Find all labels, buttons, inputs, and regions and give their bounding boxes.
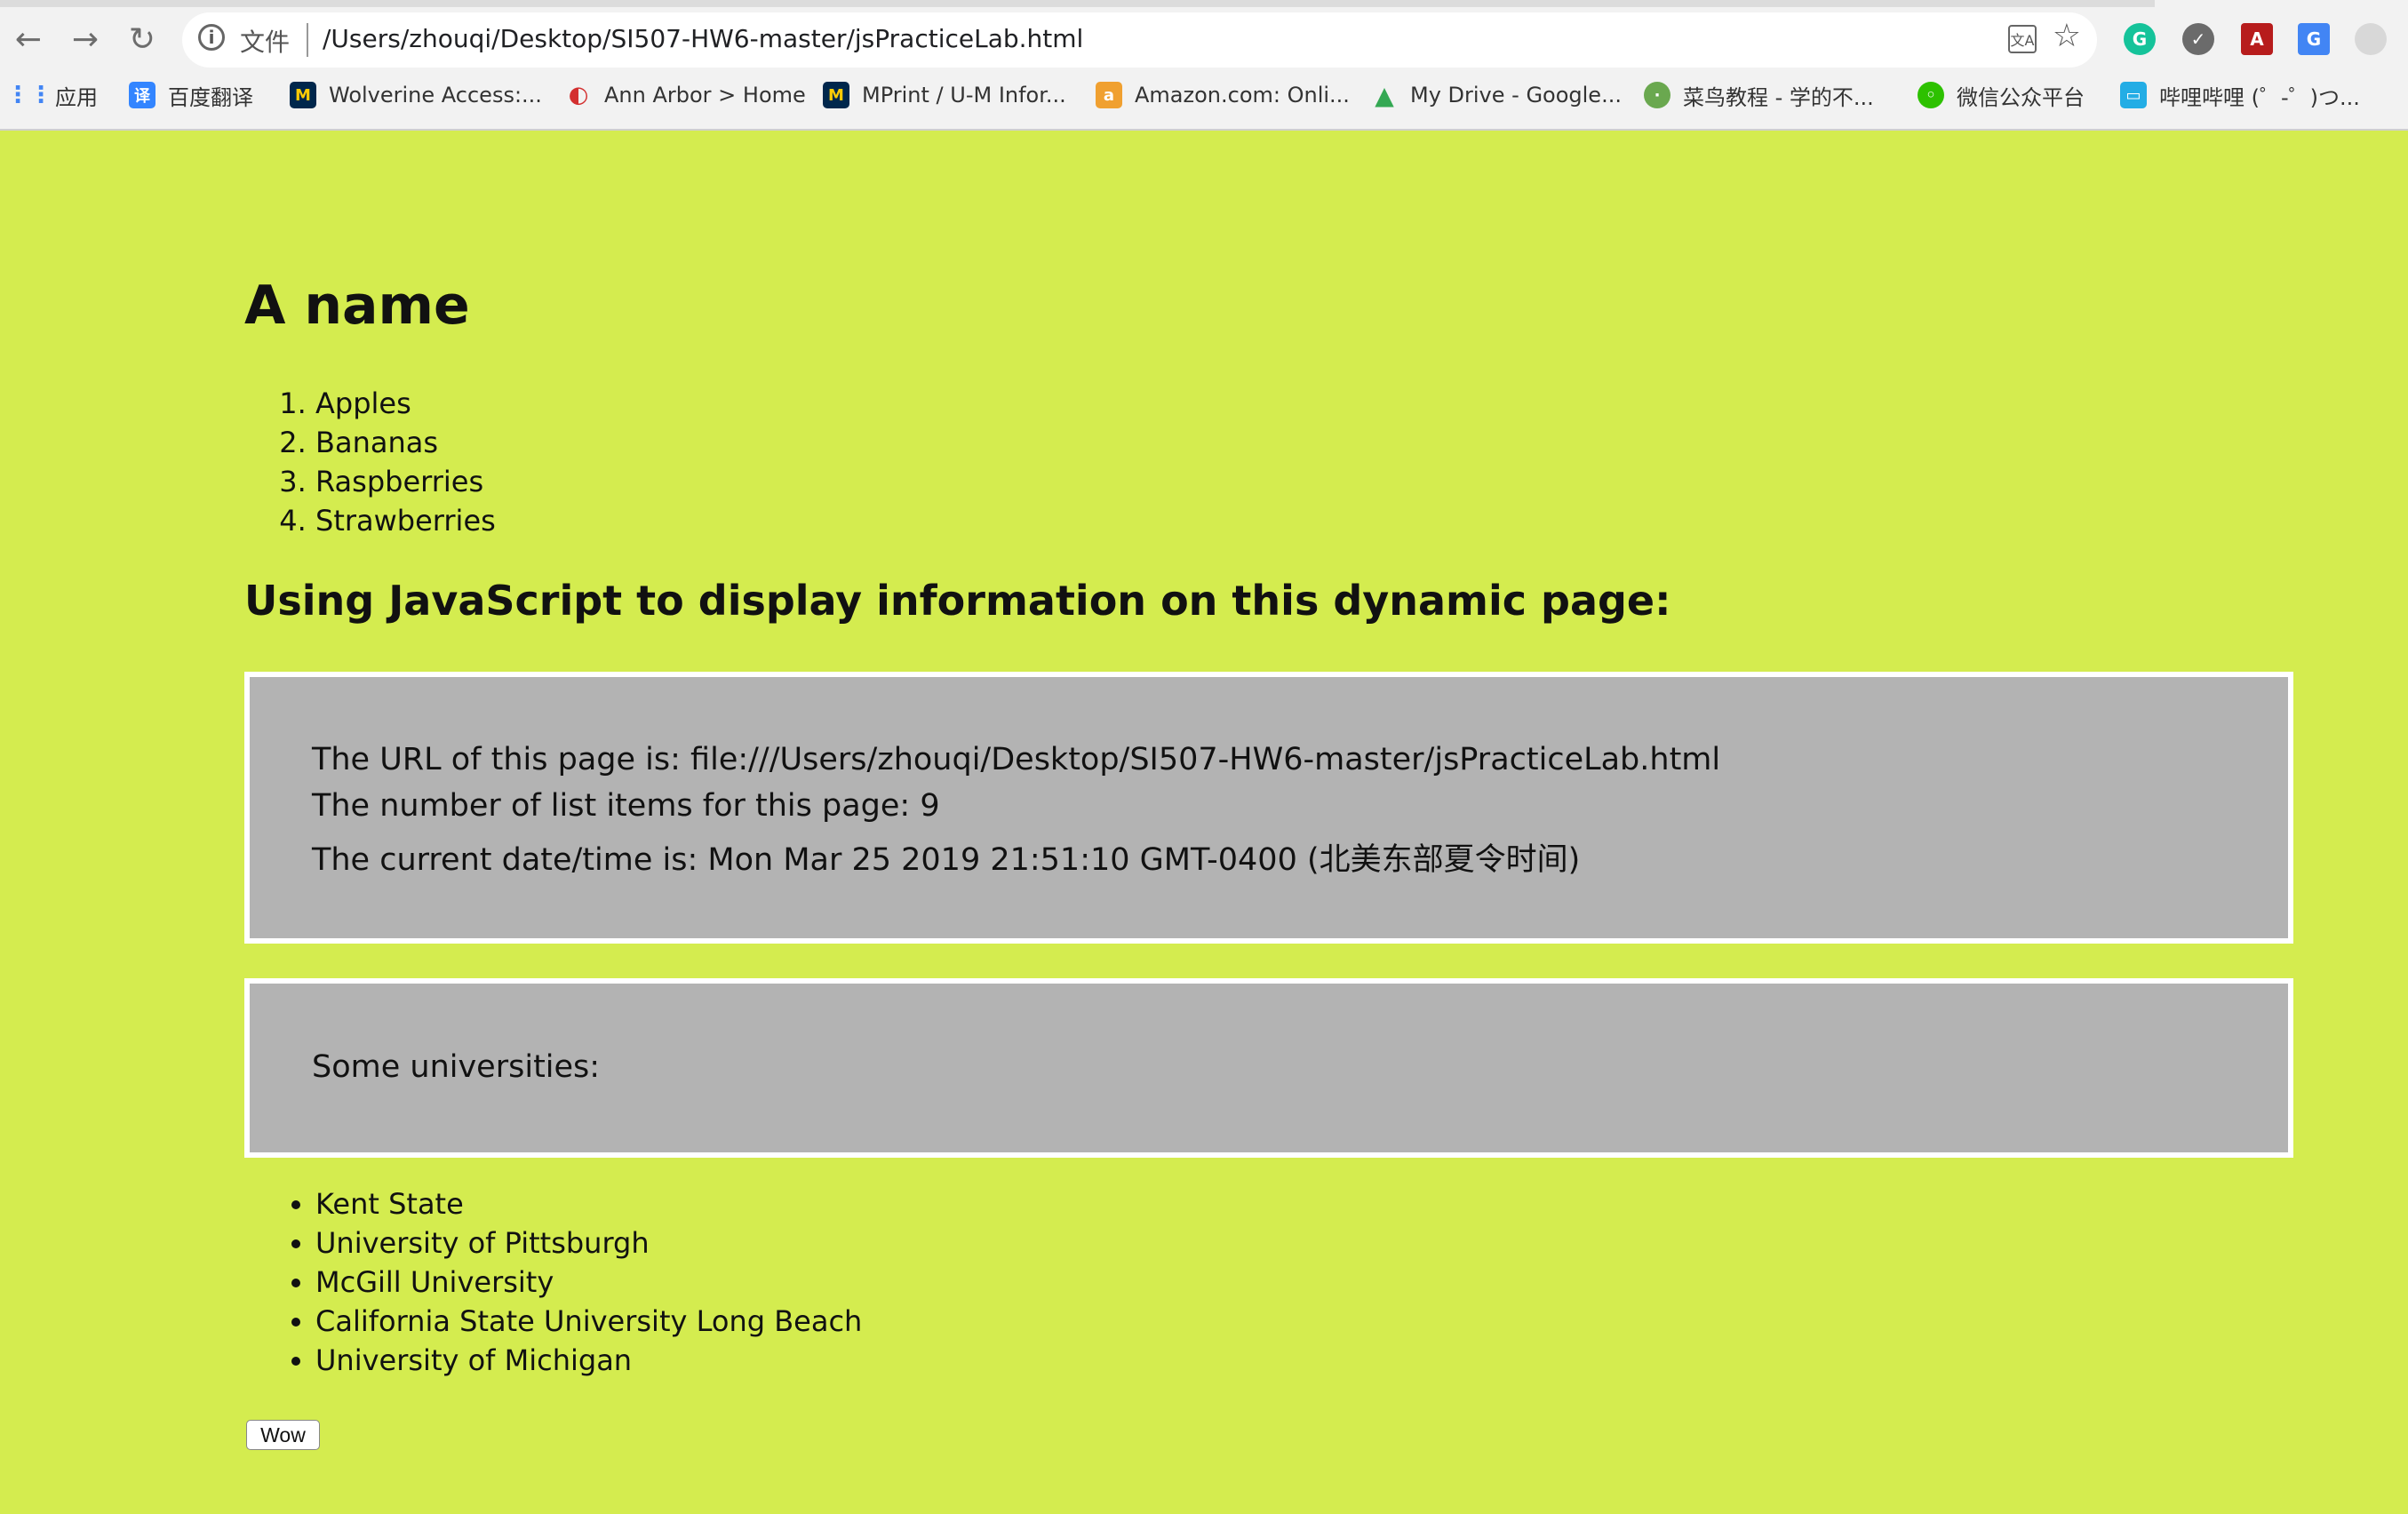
bookmark-label: Ann Arbor > Home bbox=[604, 83, 806, 108]
loading-bar bbox=[0, 0, 2155, 7]
section-heading: Using JavaScript to display information … bbox=[244, 577, 1671, 625]
list-item: University of Pittsburgh bbox=[315, 1223, 862, 1263]
bookmark-label: My Drive - Google... bbox=[1410, 83, 1622, 108]
bookmarks-bar: ⋮⋮ 应用 译 百度翻译 M Wolverine Access:... ◐ An… bbox=[0, 75, 2408, 116]
bookmark-label: 百度翻译 bbox=[168, 84, 253, 110]
wechat-icon: ◦ bbox=[1918, 82, 1944, 108]
bookmark-google-drive[interactable]: ▲ My Drive - Google... bbox=[1371, 78, 1622, 112]
amazon-icon: a bbox=[1096, 82, 1122, 108]
reload-icon[interactable]: ↻ bbox=[119, 16, 165, 62]
list-item: McGill University bbox=[315, 1263, 862, 1302]
google-translate-extension-icon[interactable]: G bbox=[2298, 23, 2330, 55]
bookmark-baidu-translate[interactable]: 译 百度翻译 bbox=[129, 78, 253, 112]
bilibili-icon: ▭ bbox=[2120, 82, 2147, 108]
bookmark-amazon[interactable]: a Amazon.com: Onli... bbox=[1096, 78, 1350, 112]
wow-button[interactable]: Wow bbox=[246, 1420, 320, 1450]
back-arrow-icon[interactable]: ← bbox=[5, 16, 52, 62]
url-text[interactable]: /Users/zhouqi/Desktop/SI507-HW6-master/j… bbox=[323, 24, 1083, 53]
list-item: Strawberries bbox=[315, 501, 496, 540]
bookmark-label: Wolverine Access:... bbox=[329, 83, 542, 108]
bookmark-label: 应用 bbox=[55, 84, 98, 110]
address-divider bbox=[307, 23, 308, 57]
list-item: California State University Long Beach bbox=[315, 1302, 862, 1341]
apps-grid-icon: ⋮⋮ bbox=[6, 82, 52, 108]
page-content: A name Apples Bananas Raspberries Strawb… bbox=[0, 131, 2408, 1514]
extension-shield-icon[interactable]: ✓ bbox=[2182, 23, 2214, 55]
umich-icon: M bbox=[823, 82, 849, 108]
url-info-line: The URL of this page is: file:///Users/z… bbox=[312, 742, 1721, 777]
translate-icon[interactable]: 文A bbox=[2008, 25, 2037, 53]
bookmark-label: 微信公众平台 bbox=[1957, 84, 2085, 110]
bookmark-wechat[interactable]: ◦ 微信公众平台 bbox=[1918, 78, 2085, 112]
info-icon[interactable]: i bbox=[198, 24, 225, 51]
bookmark-label: Amazon.com: Onli... bbox=[1135, 83, 1350, 108]
bookmark-apps[interactable]: ⋮⋮ 应用 bbox=[6, 78, 98, 112]
university-list: Kent State University of Pittsburgh McGi… bbox=[275, 1184, 862, 1380]
fruit-list: Apples Bananas Raspberries Strawberries bbox=[275, 384, 496, 540]
profile-extension-icon[interactable] bbox=[2355, 23, 2387, 55]
bookmark-ann-arbor[interactable]: ◐ Ann Arbor > Home bbox=[565, 78, 806, 112]
baidu-translate-icon: 译 bbox=[129, 82, 155, 108]
bookmark-bilibili[interactable]: ▭ 哔哩哔哩 (゜-゜)つ... bbox=[2120, 78, 2360, 112]
list-item: Raspberries bbox=[315, 462, 496, 501]
runoob-icon: · bbox=[1644, 82, 1670, 108]
list-item: Bananas bbox=[315, 423, 496, 462]
pdf-extension-icon[interactable]: A bbox=[2241, 23, 2273, 55]
list-count-line: The number of list items for this page: … bbox=[312, 788, 940, 824]
grammarly-extension-icon[interactable]: G bbox=[2124, 23, 2156, 55]
list-item: Kent State bbox=[315, 1184, 862, 1223]
universities-box: Some universities: bbox=[244, 978, 2293, 1158]
info-box: The URL of this page is: file:///Users/z… bbox=[244, 672, 2293, 944]
bookmark-runoob[interactable]: · 菜鸟教程 - 学的不... bbox=[1644, 78, 1874, 112]
datetime-line: The current date/time is: Mon Mar 25 201… bbox=[312, 842, 1581, 878]
bookmark-label: 哔哩哔哩 (゜-゜)つ... bbox=[2159, 84, 2360, 110]
forward-arrow-icon[interactable]: → bbox=[62, 16, 108, 62]
star-icon[interactable]: ☆ bbox=[2053, 18, 2081, 54]
address-bar[interactable]: i 文件 /Users/zhouqi/Desktop/SI507-HW6-mas… bbox=[182, 12, 2097, 68]
google-drive-icon: ▲ bbox=[1375, 80, 1394, 110]
umich-icon: M bbox=[290, 82, 316, 108]
bookmark-mprint[interactable]: M MPrint / U-M Infor... bbox=[823, 78, 1066, 112]
bookmark-label: 菜鸟教程 - 学的不... bbox=[1683, 84, 1874, 110]
bookmark-wolverine-access[interactable]: M Wolverine Access:... bbox=[290, 78, 542, 112]
bookmark-label: MPrint / U-M Infor... bbox=[862, 83, 1066, 108]
page-heading: A name bbox=[244, 275, 470, 337]
list-item: University of Michigan bbox=[315, 1341, 862, 1380]
universities-label: Some universities: bbox=[312, 1049, 601, 1085]
list-item: Apples bbox=[315, 384, 496, 423]
ann-arbor-icon: ◐ bbox=[568, 82, 589, 108]
browser-chrome: ← → ↻ i 文件 /Users/zhouqi/Desktop/SI507-H… bbox=[0, 0, 2408, 131]
scheme-label: 文件 bbox=[240, 28, 291, 57]
